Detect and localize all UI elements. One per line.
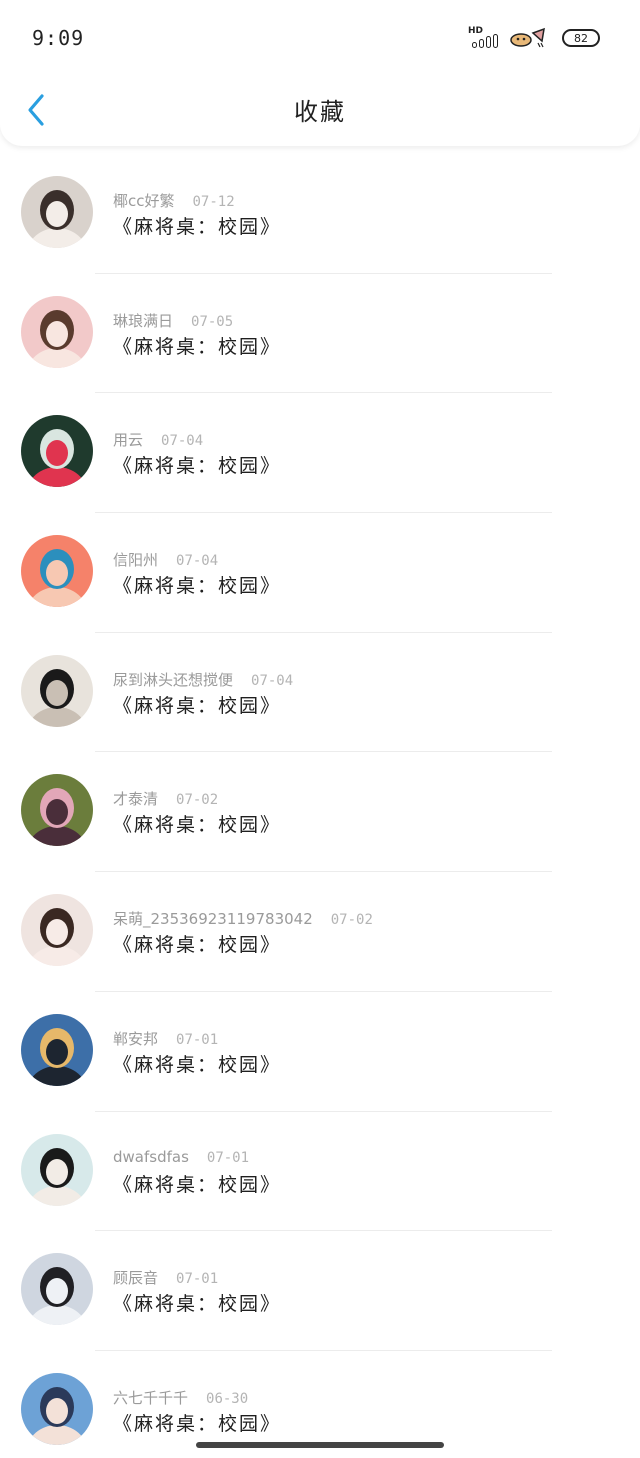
work-title: 《麻将桌：校园》: [113, 1173, 282, 1196]
avatar[interactable]: [21, 415, 93, 488]
favorite-item[interactable]: 呆萌_23536923119783042 07-02 《麻将桌：校园》: [0, 872, 640, 992]
favorite-item[interactable]: 才泰清 07-02 《麻将桌：校园》: [0, 752, 640, 873]
avatar[interactable]: [21, 176, 93, 248]
username: dwafsdfas: [113, 1147, 189, 1166]
username: 六七千千千: [113, 1388, 189, 1407]
avatar[interactable]: [21, 654, 93, 727]
username: 椰cc好繁: [113, 192, 175, 210]
avatar[interactable]: [21, 535, 93, 608]
favorite-item[interactable]: 琳琅满日 07-05 《麻将桌：校园》: [0, 274, 640, 394]
favorite-item[interactable]: dwafsdfas 07-01 《麻将桌：校园》: [0, 1112, 640, 1232]
favorite-item[interactable]: 信阳州 07-04 《麻将桌：校园》: [0, 513, 640, 633]
date: 07-04: [176, 553, 219, 570]
battery-level: 82: [574, 31, 588, 45]
work-title: 《麻将桌：校园》: [113, 694, 282, 717]
date: 07-01: [176, 1271, 219, 1288]
username: 琳琅满日: [113, 311, 174, 330]
work-title: 《麻将桌：校园》: [113, 216, 282, 238]
work-title: 《麻将桌：校园》: [113, 1412, 282, 1435]
avatar[interactable]: [21, 774, 93, 847]
avatar[interactable]: [21, 1013, 93, 1086]
date: 07-04: [251, 672, 294, 689]
header: 9:09 HD 82 收藏: [0, 0, 640, 146]
work-title: 《麻将桌：校园》: [113, 934, 282, 957]
item-meta: 郸安邦 07-01: [113, 1028, 218, 1049]
favorite-item[interactable]: 椰cc好繁 07-12 《麻将桌：校园》: [0, 154, 640, 274]
work-title: 《麻将桌：校园》: [113, 1053, 282, 1076]
home-indicator[interactable]: [196, 1442, 444, 1448]
item-meta: 琳琅满日 07-05: [113, 310, 233, 331]
item-meta: 六七千千千 06-30: [113, 1387, 248, 1408]
work-title: 《麻将桌：校园》: [113, 1293, 282, 1316]
status-time: 9:09: [32, 26, 85, 50]
avatar[interactable]: [21, 1372, 93, 1445]
date: 07-05: [191, 313, 234, 330]
status-icons: HD 82: [468, 24, 600, 52]
favorite-item[interactable]: 顾辰音 07-01 《麻将桌：校园》: [0, 1231, 640, 1351]
favorite-item[interactable]: 尿到淋头还想搅便 07-04 《麻将桌：校园》: [0, 633, 640, 753]
item-meta: 呆萌_23536923119783042 07-02: [113, 908, 373, 929]
work-title: 《麻将桌：校园》: [113, 814, 282, 837]
work-title: 《麻将桌：校园》: [113, 335, 282, 358]
item-meta: dwafsdfas 07-01: [113, 1148, 249, 1166]
work-title: 《麻将桌：校园》: [113, 455, 282, 478]
item-meta: 尿到淋头还想搅便 07-04: [113, 669, 293, 690]
favorite-item[interactable]: 郸安邦 07-01 《麻将桌：校园》: [0, 992, 640, 1112]
date: 07-01: [206, 1149, 250, 1166]
username: 顾辰音: [113, 1269, 159, 1288]
username: 郸安邦: [113, 1029, 159, 1048]
date: 07-02: [176, 792, 219, 809]
item-meta: 才泰清 07-02: [113, 788, 218, 809]
date: 07-04: [161, 433, 204, 450]
username: 才泰清: [113, 790, 159, 809]
item-meta: 用云 07-04: [113, 429, 203, 450]
favorite-item[interactable]: 用云 07-04 《麻将桌：校园》: [0, 393, 640, 514]
date: 07-02: [330, 912, 373, 929]
date: 07-12: [192, 194, 235, 210]
username: 呆萌_23536923119783042: [113, 910, 313, 929]
username: 尿到淋头还想搅便: [113, 670, 234, 689]
avatar[interactable]: [21, 1253, 93, 1326]
battery-icon: 82: [562, 29, 600, 47]
item-meta: 椰cc好繁 07-12: [113, 190, 235, 211]
avatar[interactable]: [21, 295, 93, 368]
username: 信阳州: [113, 551, 159, 570]
date: 06-30: [206, 1390, 249, 1407]
page-title: 收藏: [294, 98, 346, 126]
work-title: 《麻将桌：校园》: [113, 575, 282, 598]
signal-icon: HD: [468, 26, 500, 50]
date: 07-01: [176, 1031, 219, 1048]
favorites-page: 9:09 HD 82 收藏 椰cc好繁 07-12 《麻将桌：校园》 琳琅满日 …: [0, 0, 640, 1458]
item-meta: 顾辰音 07-01: [113, 1267, 218, 1288]
username: 用云: [113, 431, 144, 450]
status-bar: 9:09 HD 82: [32, 24, 600, 52]
avatar[interactable]: [21, 1133, 93, 1206]
favorites-list: 椰cc好繁 07-12 《麻将桌：校园》 琳琅满日 07-05 《麻将桌：校园》 用云 07-…: [0, 154, 640, 1458]
mascot-icon: [506, 27, 550, 49]
avatar[interactable]: [21, 894, 93, 967]
item-meta: 信阳州 07-04: [113, 549, 218, 570]
